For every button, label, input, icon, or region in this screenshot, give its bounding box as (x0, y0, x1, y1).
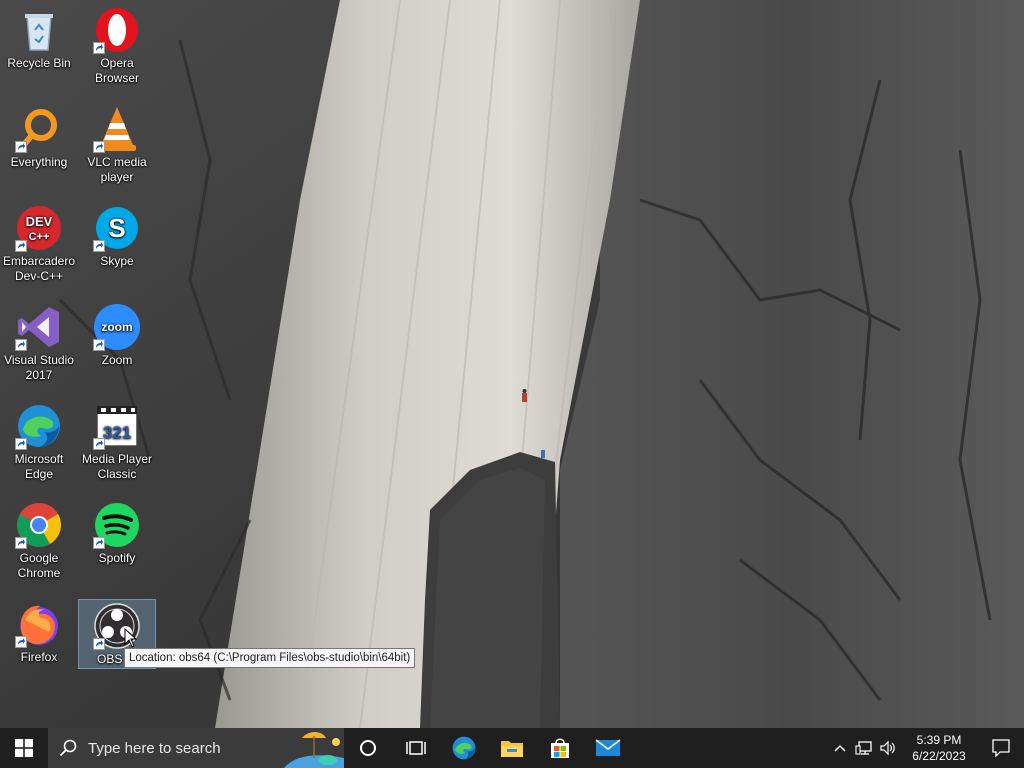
desktop-icon-vlc[interactable]: VLC media player (79, 99, 155, 185)
devcpp-icon: DEV C++ (15, 204, 63, 252)
devcpp-badge-text2: C++ (29, 231, 50, 243)
desktop-icon-label: Skype (100, 254, 134, 268)
desktop-icon-label: Recycle Bin (7, 56, 71, 70)
shortcut-arrow-icon (15, 537, 27, 549)
taskbar-edge-button[interactable] (440, 728, 488, 768)
desktop-icon-spotify[interactable]: Spotify (79, 495, 155, 566)
vlc-icon (93, 105, 141, 153)
chrome-icon (15, 501, 63, 549)
skype-icon: S (93, 204, 141, 252)
windows-logo-icon (15, 739, 33, 757)
desktop-icon-edge[interactable]: Microsoft Edge (1, 396, 77, 482)
shortcut-arrow-icon (15, 240, 27, 252)
shortcut-arrow-icon (15, 438, 27, 450)
desktop-icon-everything[interactable]: Everything (1, 99, 77, 170)
desktop-icon-media-player-classic[interactable]: 321 Media Player Classic (79, 396, 155, 482)
recycle-bin-icon (15, 6, 63, 54)
system-tray: 5:39 PM 6/22/2023 (828, 728, 1024, 768)
search-icon (48, 739, 88, 757)
zoom-badge-text: zoom (101, 320, 132, 334)
taskbar-clock[interactable]: 5:39 PM 6/22/2023 (900, 732, 978, 764)
clock-time: 5:39 PM (916, 733, 962, 747)
edge-icon (452, 736, 476, 760)
devcpp-badge-text: DEV (26, 214, 53, 229)
desktop-icon-visual-studio[interactable]: Visual Studio 2017 (1, 297, 77, 383)
taskbar-file-explorer-button[interactable] (488, 728, 536, 768)
everything-search-icon (15, 105, 63, 153)
shortcut-arrow-icon (93, 42, 105, 54)
taskbar: Type here to search 5:39 PM 6/22/2023 (0, 728, 1024, 768)
desktop-icon-label: Media Player Classic (81, 452, 153, 481)
cortana-button[interactable] (344, 728, 392, 768)
desktop-icon-opera[interactable]: Opera Browser (79, 0, 155, 86)
file-explorer-icon (501, 741, 523, 757)
desktop-icon-label: Everything (10, 155, 68, 169)
firefox-icon (15, 600, 63, 648)
shortcut-arrow-icon (93, 240, 105, 252)
desktop-icon-recycle-bin[interactable]: Recycle Bin (1, 0, 77, 71)
shortcut-arrow-icon (15, 141, 27, 153)
desktop-icon-zoom[interactable]: zoom Zoom (79, 297, 155, 368)
task-view-icon (406, 741, 426, 755)
task-view-button[interactable] (392, 728, 440, 768)
edge-icon (15, 402, 63, 450)
tooltip: Location: obs64 (C:\Program Files\obs-st… (124, 648, 416, 668)
speaker-icon (880, 740, 895, 756)
opera-icon (93, 6, 141, 54)
shortcut-arrow-icon (15, 339, 27, 351)
mouse-cursor-icon (124, 628, 138, 648)
desktop-icon-skype[interactable]: S Skype (79, 198, 155, 269)
svg-text:S: S (108, 213, 125, 243)
media-player-classic-icon: 321 (93, 402, 141, 450)
desktop-icon-chrome[interactable]: Google Chrome (1, 495, 77, 581)
chevron-up-icon (834, 744, 846, 752)
shortcut-arrow-icon (15, 636, 27, 648)
search-highlight-art-icon (284, 732, 344, 768)
taskbar-store-button[interactable] (536, 728, 584, 768)
desktop-icon-label: Google Chrome (17, 551, 61, 580)
mail-icon (595, 739, 621, 756)
network-button[interactable] (852, 728, 876, 768)
desktop-icon-label: Visual Studio 2017 (4, 353, 74, 382)
action-center-button[interactable] (978, 728, 1024, 768)
desktop-icon-label: Microsoft Edge (14, 452, 64, 481)
shortcut-arrow-icon (93, 638, 105, 650)
notification-icon (992, 739, 1010, 757)
taskbar-mail-button[interactable] (584, 728, 632, 768)
shortcut-arrow-icon (93, 438, 105, 450)
desktop-icon-devcpp[interactable]: DEV C++ Embarcadero Dev-C++ (1, 198, 77, 284)
network-icon (855, 741, 872, 755)
desktop-icon-label: Embarcadero Dev-C++ (2, 254, 76, 283)
mpc-badge-text: 321 (103, 423, 131, 442)
taskbar-search-box[interactable]: Type here to search (48, 728, 344, 768)
desktop-icon-label: VLC media player (87, 155, 147, 184)
search-placeholder: Type here to search (88, 739, 221, 757)
spotify-icon (93, 501, 141, 549)
microsoft-store-icon (551, 738, 569, 758)
zoom-icon: zoom (93, 303, 141, 351)
desktop-icon-label: Zoom (101, 353, 133, 367)
desktop-icon-label: Firefox (20, 650, 58, 664)
show-hidden-icons-button[interactable] (828, 728, 852, 768)
cortana-icon (360, 740, 376, 756)
clock-date: 6/22/2023 (912, 749, 966, 763)
shortcut-arrow-icon (93, 141, 105, 153)
desktop-icon-label: Spotify (98, 551, 136, 565)
start-button[interactable] (0, 728, 48, 768)
shortcut-arrow-icon (93, 537, 105, 549)
desktop-icon-firefox[interactable]: Firefox (1, 594, 77, 665)
volume-button[interactable] (876, 728, 900, 768)
visual-studio-icon (15, 303, 63, 351)
desktop-icon-label: Opera Browser (94, 56, 139, 85)
shortcut-arrow-icon (93, 339, 105, 351)
